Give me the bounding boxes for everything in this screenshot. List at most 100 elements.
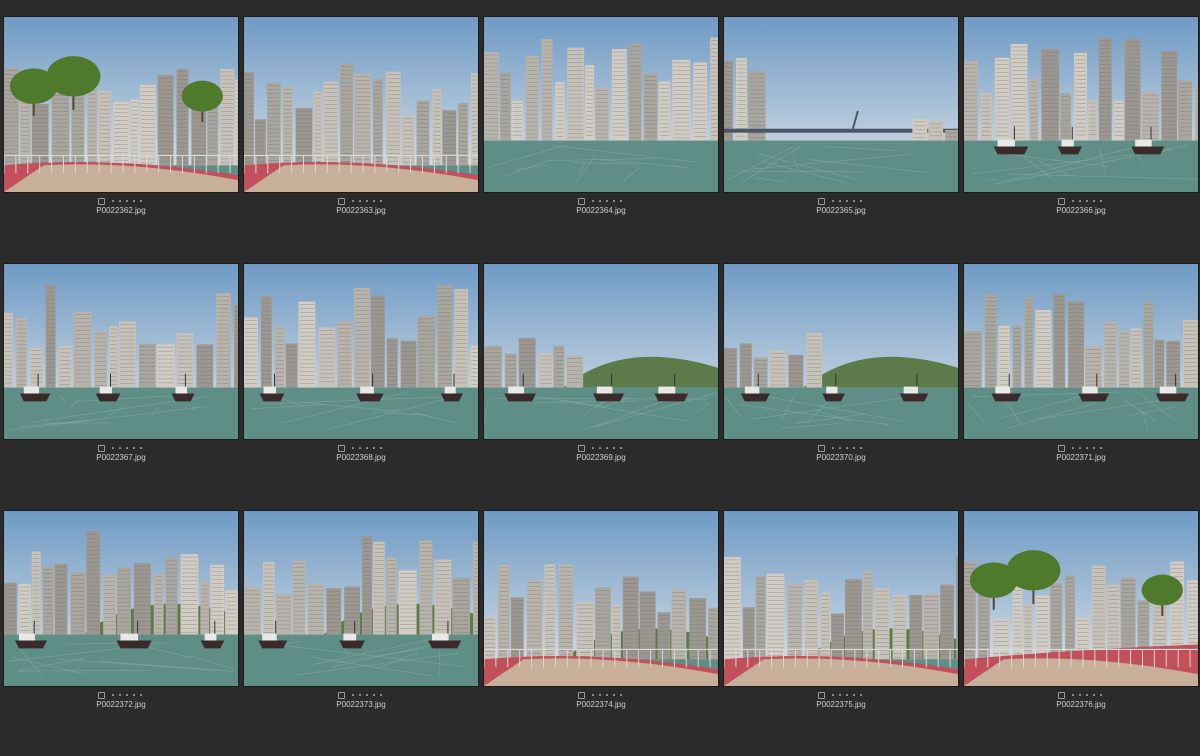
thumbnail-cell[interactable]: P0022367.jpg: [3, 263, 239, 509]
rating-dot-icon[interactable]: [1100, 447, 1102, 449]
rating-dot-icon[interactable]: [140, 694, 142, 696]
rating-dot-icon[interactable]: [119, 694, 121, 696]
select-checkbox[interactable]: [338, 445, 345, 452]
rating-dot-icon[interactable]: [1086, 200, 1088, 202]
rating-dot-icon[interactable]: [352, 200, 354, 202]
rating-dot-icon[interactable]: [1079, 694, 1081, 696]
rating-dot-icon[interactable]: [126, 200, 128, 202]
rating-dot-icon[interactable]: [613, 200, 615, 202]
rating-dot-icon[interactable]: [119, 447, 121, 449]
star-rating[interactable]: [110, 694, 145, 696]
rating-dot-icon[interactable]: [599, 447, 601, 449]
rating-dot-icon[interactable]: [620, 200, 622, 202]
select-checkbox[interactable]: [578, 445, 585, 452]
thumbnail-image[interactable]: [723, 16, 959, 193]
select-checkbox[interactable]: [578, 692, 585, 699]
thumbnail-cell[interactable]: P0022373.jpg: [243, 510, 479, 756]
rating-dot-icon[interactable]: [1093, 447, 1095, 449]
rating-dot-icon[interactable]: [1072, 200, 1074, 202]
select-checkbox[interactable]: [578, 198, 585, 205]
select-checkbox[interactable]: [818, 445, 825, 452]
thumbnail-cell[interactable]: P0022362.jpg: [3, 16, 239, 262]
thumbnail-image[interactable]: [723, 510, 959, 687]
thumbnail-image[interactable]: [3, 510, 239, 687]
rating-dot-icon[interactable]: [846, 447, 848, 449]
rating-dot-icon[interactable]: [112, 694, 114, 696]
thumbnail-cell[interactable]: P0022366.jpg: [963, 16, 1199, 262]
thumbnail-image[interactable]: [963, 16, 1199, 193]
rating-dot-icon[interactable]: [119, 200, 121, 202]
star-rating[interactable]: [1070, 200, 1105, 202]
thumbnail-image[interactable]: [3, 16, 239, 193]
rating-dot-icon[interactable]: [839, 200, 841, 202]
rating-dot-icon[interactable]: [1079, 200, 1081, 202]
thumbnail-image[interactable]: [243, 16, 479, 193]
star-rating[interactable]: [830, 200, 865, 202]
rating-dot-icon[interactable]: [1072, 694, 1074, 696]
rating-dot-icon[interactable]: [1086, 447, 1088, 449]
star-rating[interactable]: [350, 200, 385, 202]
rating-dot-icon[interactable]: [373, 694, 375, 696]
thumbnail-image[interactable]: [3, 263, 239, 440]
select-checkbox[interactable]: [1058, 198, 1065, 205]
thumbnail-cell[interactable]: P0022368.jpg: [243, 263, 479, 509]
rating-dot-icon[interactable]: [366, 447, 368, 449]
rating-dot-icon[interactable]: [112, 200, 114, 202]
rating-dot-icon[interactable]: [832, 200, 834, 202]
rating-dot-icon[interactable]: [126, 447, 128, 449]
select-checkbox[interactable]: [98, 198, 105, 205]
rating-dot-icon[interactable]: [620, 447, 622, 449]
rating-dot-icon[interactable]: [133, 447, 135, 449]
rating-dot-icon[interactable]: [832, 694, 834, 696]
rating-dot-icon[interactable]: [860, 694, 862, 696]
rating-dot-icon[interactable]: [380, 447, 382, 449]
rating-dot-icon[interactable]: [599, 200, 601, 202]
thumbnail-cell[interactable]: P0022375.jpg: [723, 510, 959, 756]
thumbnail-image[interactable]: [963, 510, 1199, 687]
select-checkbox[interactable]: [1058, 692, 1065, 699]
thumbnail-image[interactable]: [723, 263, 959, 440]
rating-dot-icon[interactable]: [380, 694, 382, 696]
rating-dot-icon[interactable]: [613, 447, 615, 449]
rating-dot-icon[interactable]: [1079, 447, 1081, 449]
thumbnail-cell[interactable]: P0022370.jpg: [723, 263, 959, 509]
rating-dot-icon[interactable]: [846, 200, 848, 202]
star-rating[interactable]: [590, 447, 625, 449]
rating-dot-icon[interactable]: [832, 447, 834, 449]
rating-dot-icon[interactable]: [1100, 200, 1102, 202]
rating-dot-icon[interactable]: [599, 694, 601, 696]
star-rating[interactable]: [110, 447, 145, 449]
rating-dot-icon[interactable]: [860, 200, 862, 202]
star-rating[interactable]: [1070, 694, 1105, 696]
thumbnail-cell[interactable]: P0022369.jpg: [483, 263, 719, 509]
star-rating[interactable]: [590, 694, 625, 696]
thumbnail-cell[interactable]: P0022376.jpg: [963, 510, 1199, 756]
star-rating[interactable]: [1070, 447, 1105, 449]
rating-dot-icon[interactable]: [366, 200, 368, 202]
thumbnail-image[interactable]: [243, 263, 479, 440]
rating-dot-icon[interactable]: [359, 200, 361, 202]
select-checkbox[interactable]: [338, 692, 345, 699]
select-checkbox[interactable]: [818, 198, 825, 205]
select-checkbox[interactable]: [1058, 445, 1065, 452]
thumbnail-image[interactable]: [963, 263, 1199, 440]
star-rating[interactable]: [350, 447, 385, 449]
rating-dot-icon[interactable]: [860, 447, 862, 449]
rating-dot-icon[interactable]: [1093, 694, 1095, 696]
rating-dot-icon[interactable]: [620, 694, 622, 696]
star-rating[interactable]: [590, 200, 625, 202]
rating-dot-icon[interactable]: [366, 694, 368, 696]
rating-dot-icon[interactable]: [380, 200, 382, 202]
star-rating[interactable]: [830, 447, 865, 449]
rating-dot-icon[interactable]: [853, 447, 855, 449]
thumbnail-cell[interactable]: P0022365.jpg: [723, 16, 959, 262]
rating-dot-icon[interactable]: [352, 447, 354, 449]
rating-dot-icon[interactable]: [133, 694, 135, 696]
rating-dot-icon[interactable]: [359, 694, 361, 696]
rating-dot-icon[interactable]: [140, 200, 142, 202]
thumbnail-cell[interactable]: P0022371.jpg: [963, 263, 1199, 509]
thumbnail-cell[interactable]: P0022374.jpg: [483, 510, 719, 756]
rating-dot-icon[interactable]: [133, 200, 135, 202]
thumbnail-cell[interactable]: P0022372.jpg: [3, 510, 239, 756]
rating-dot-icon[interactable]: [112, 447, 114, 449]
